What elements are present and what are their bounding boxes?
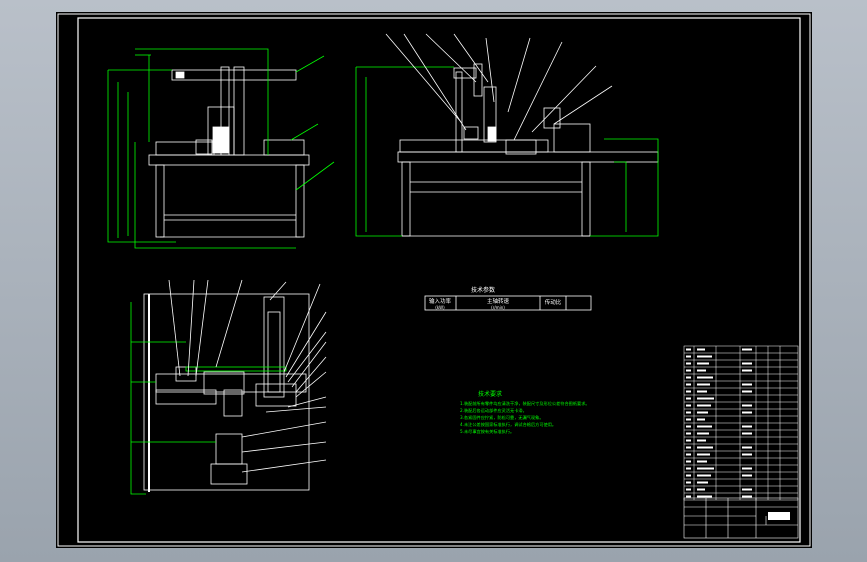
bom-row-mark	[686, 383, 691, 386]
bom-row-mark	[697, 362, 709, 365]
bom-row-mark	[697, 383, 710, 386]
bom-row-mark	[742, 390, 752, 393]
tech-requirement-line: 4.未注公差按国家标准执行，调试合格后方可使用。	[460, 421, 556, 428]
bom-row-mark	[686, 348, 691, 351]
bom-row-mark	[686, 362, 691, 365]
bom-row-mark	[742, 425, 752, 428]
tech-requirement-line: 5.未尽事宜按有关标准执行。	[460, 428, 514, 435]
bom-row-mark	[742, 362, 752, 365]
bom-row-mark	[697, 397, 714, 400]
tech-requirements-title: 技术要求	[478, 390, 502, 398]
bom-row-mark	[697, 474, 711, 477]
spec-unit-speed: (r/min)	[491, 305, 505, 310]
bom-row-mark	[686, 355, 691, 358]
bom-row-mark	[742, 495, 752, 498]
bom-row-mark	[742, 404, 752, 407]
bom-row-mark	[697, 418, 705, 421]
bom-row-mark	[697, 460, 707, 463]
tech-spec-table: 技术参数 输入功率 (kW) 主轴转速 (r/min) 传动比	[424, 286, 592, 311]
spec-unit-power: (kW)	[435, 305, 445, 310]
spec-header-ratio: 传动比	[545, 298, 562, 306]
bom-row-mark	[697, 425, 712, 428]
tech-requirements: 技术要求 1.装配前所有零件均应清洗干净，装配尺寸及形位公差符合图纸要求。 2.…	[460, 390, 590, 435]
bom-row-mark	[686, 495, 691, 498]
bom-row-mark	[742, 432, 752, 435]
bom-row-mark	[686, 460, 691, 463]
bom-row-mark	[697, 348, 705, 351]
bom-row-mark	[742, 446, 752, 449]
bom-row-mark	[697, 355, 712, 358]
bom-row-mark	[742, 488, 752, 491]
bom-row-mark	[686, 446, 691, 449]
side-view	[355, 33, 659, 237]
bom-row-mark	[697, 439, 706, 442]
bom-row-mark	[697, 376, 713, 379]
bom-row-mark	[697, 404, 711, 407]
bom-row-mark	[742, 369, 752, 372]
bom-row-mark	[686, 481, 691, 484]
tech-requirement-line: 2.装配后各运动部件应灵活无卡滞。	[460, 407, 527, 414]
bom-row-mark	[686, 418, 691, 421]
bom-row-mark	[686, 439, 691, 442]
outer-border	[57, 13, 811, 547]
bom-row-mark	[686, 376, 691, 379]
bom-row-mark	[686, 390, 691, 393]
bom-row-mark	[742, 411, 752, 414]
bom-row-mark	[697, 453, 710, 456]
bom-row-mark	[686, 474, 691, 477]
bom-row-mark	[697, 495, 712, 498]
front-view	[107, 48, 335, 249]
bom-row-mark	[697, 488, 705, 491]
bom-row-mark	[686, 425, 691, 428]
spec-header-power: 输入功率	[429, 297, 452, 305]
bom-row-mark	[686, 411, 691, 414]
bom-row-mark	[697, 446, 713, 449]
parts-list	[683, 345, 799, 501]
bom-row-mark	[686, 397, 691, 400]
bom-row-mark	[697, 390, 707, 393]
title-block	[683, 497, 799, 539]
bom-row-mark	[686, 369, 691, 372]
tech-requirement-line: 1.装配前所有零件均应清洗干净，装配尺寸及形位公差符合图纸要求。	[460, 400, 590, 407]
bom-row-mark	[697, 432, 709, 435]
bom-row-mark	[686, 467, 691, 470]
top-view	[130, 279, 327, 495]
drawing-sheet: 技术参数 输入功率 (kW) 主轴转速 (r/min) 传动比 技术要求 1.装…	[56, 12, 812, 548]
spec-header-speed: 主轴转速	[487, 297, 510, 305]
tech-requirement-line: 3.各紧固件应拧紧，防松可靠，无漏气现象。	[460, 414, 544, 421]
bom-row-mark	[697, 481, 708, 484]
bom-row-mark	[686, 488, 691, 491]
bom-row-mark	[742, 383, 752, 386]
bom-row-mark	[686, 432, 691, 435]
bom-row-mark	[697, 411, 708, 414]
tech-spec-title: 技术参数	[471, 286, 495, 294]
bom-row-mark	[742, 348, 752, 351]
bom-row-mark	[742, 467, 752, 470]
bom-row-mark	[697, 467, 714, 470]
bom-row-mark	[697, 369, 706, 372]
cad-drawing: 技术参数 输入功率 (kW) 主轴转速 (r/min) 传动比 技术要求 1.装…	[57, 13, 811, 547]
bom-row-mark	[742, 474, 752, 477]
bom-row-mark	[686, 404, 691, 407]
bom-row-mark	[742, 453, 752, 456]
bom-row-mark	[686, 453, 691, 456]
